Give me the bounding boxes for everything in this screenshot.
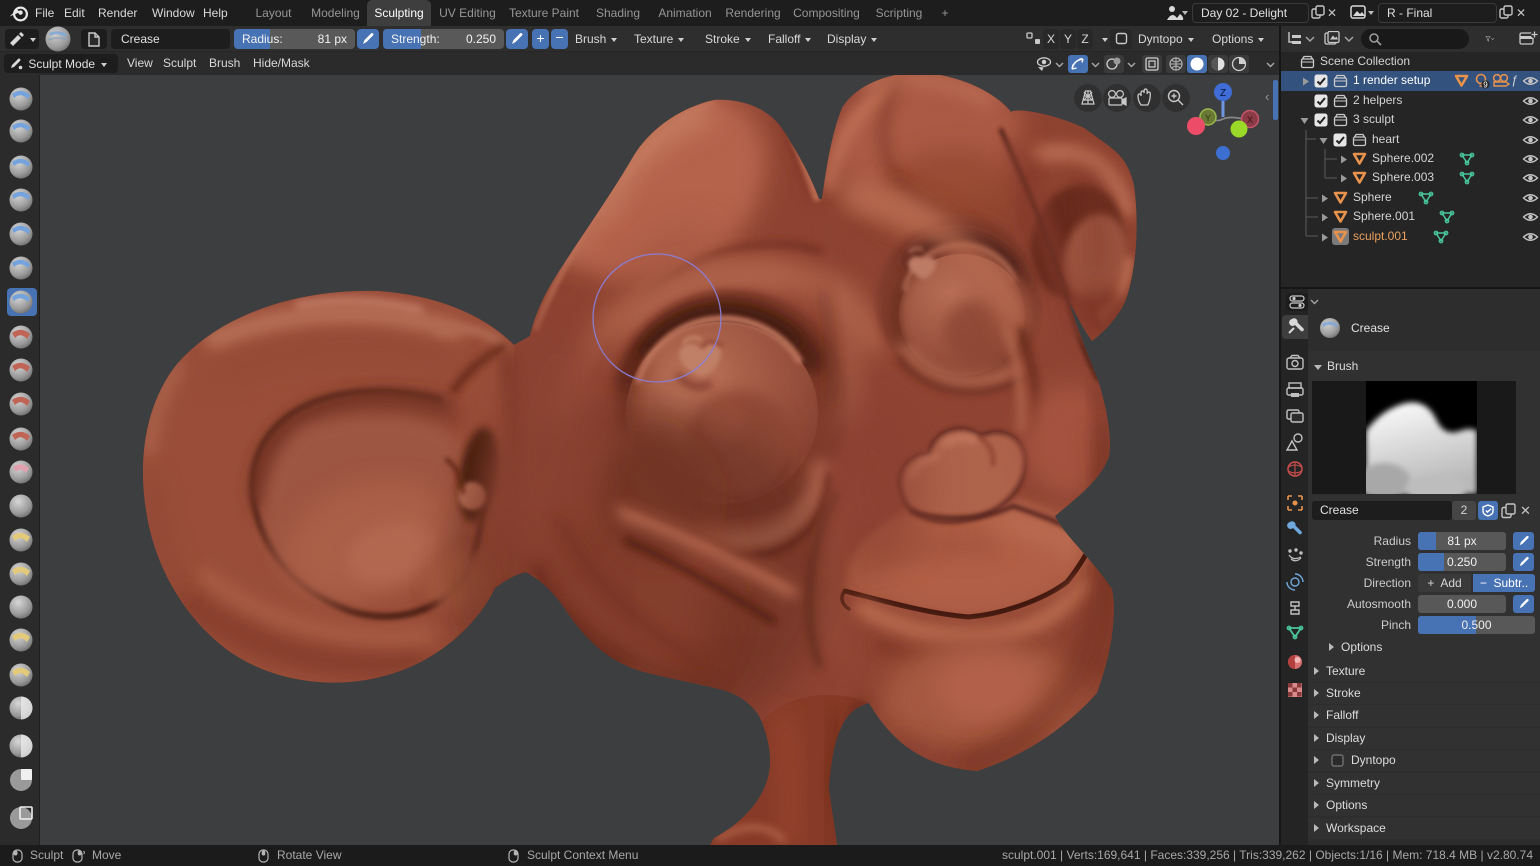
svg-text:Y: Y [1205,113,1211,123]
svg-text:X: X [1247,115,1253,125]
svg-text:Z: Z [1220,88,1226,99]
